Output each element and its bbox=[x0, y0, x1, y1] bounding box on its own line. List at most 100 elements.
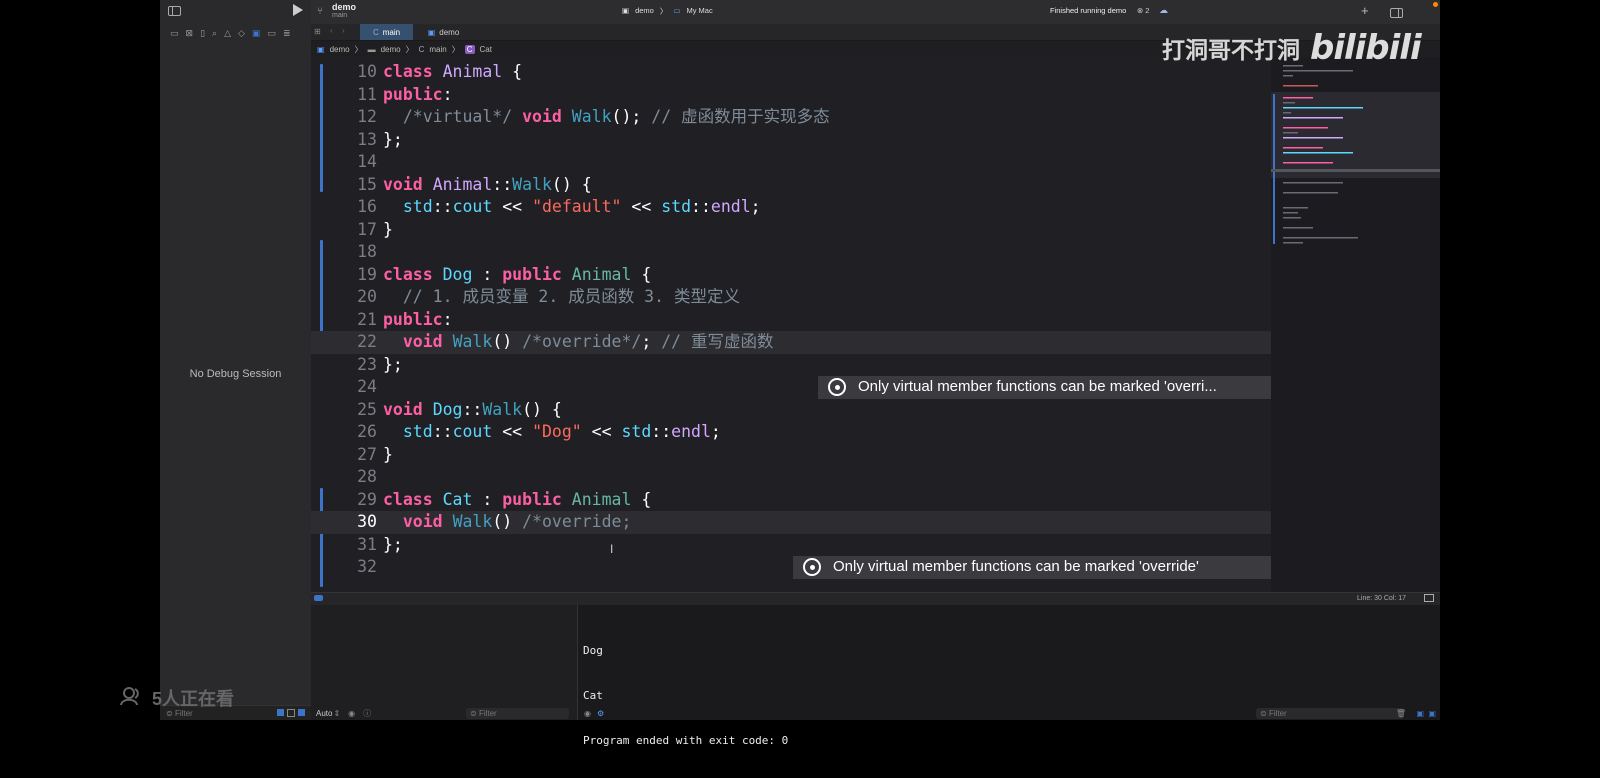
variables-bottom-bar: Auto ⇕ ◉ ⓘ ⊜ Filter bbox=[311, 706, 577, 720]
branch-icon: ⑂ bbox=[317, 6, 323, 17]
debug-icon[interactable]: ▣ bbox=[252, 28, 261, 39]
code-line: 10 class Animal { bbox=[357, 62, 523, 81]
code-line: 16 std::cout << "default" << std::endl; bbox=[357, 197, 761, 216]
console-line: Program ended with exit code: 0 bbox=[583, 734, 789, 747]
filter-option-icon[interactable] bbox=[277, 709, 284, 716]
breakpoint-icon[interactable]: ▭ bbox=[267, 28, 276, 39]
issue-indicator[interactable]: ⊗ 2 bbox=[1137, 6, 1149, 15]
console-line: Dog bbox=[583, 644, 603, 657]
destination-name[interactable]: My Mac bbox=[686, 6, 712, 17]
info-icon[interactable]: ⓘ bbox=[363, 708, 371, 719]
code-line: 28 bbox=[357, 467, 377, 486]
debug-navigator: ▭ ⊠ ▯ ⌕ △ ◇ ▣ ▭ ≣ No Debug Session ⊜ Fil… bbox=[160, 0, 312, 720]
code-line: 19 class Dog : public Animal { bbox=[357, 264, 652, 284]
debug-area-toggle-icon[interactable] bbox=[314, 595, 323, 601]
navigator-selector-bar: ▭ ⊠ ▯ ⌕ △ ◇ ▣ ▭ ≣ bbox=[160, 24, 311, 42]
project-name: demo bbox=[332, 2, 357, 12]
breadcrumb-item[interactable]: demo bbox=[381, 45, 401, 54]
trash-icon[interactable]: 🗑 bbox=[1396, 709, 1406, 718]
breadcrumb-item[interactable]: demo bbox=[330, 45, 350, 54]
current-code-line: 30 void Walk() /*override; Only virtual … bbox=[311, 511, 1271, 579]
python-icon[interactable]: ⚙ bbox=[597, 709, 604, 718]
console-line: Cat bbox=[583, 689, 603, 702]
test-icon[interactable]: ◇ bbox=[238, 28, 245, 39]
warning-icon: ⊗ bbox=[1137, 6, 1144, 15]
scope-selector[interactable]: Auto bbox=[316, 709, 332, 718]
filter-icon: ⊜ bbox=[1260, 708, 1269, 718]
scheme-icon: ▣ bbox=[622, 6, 630, 15]
no-debug-session-label: No Debug Session bbox=[189, 368, 282, 380]
code-line: 24 bbox=[357, 377, 377, 396]
cpp-file-icon: C bbox=[372, 27, 379, 37]
folder-icon[interactable]: ▭ bbox=[170, 28, 179, 39]
code-line: 12 /*virtual*/ void Walk(); // 虚函数用于实现多态 bbox=[357, 107, 830, 126]
scheme-name[interactable]: demo bbox=[635, 6, 654, 17]
forward-icon[interactable]: › bbox=[342, 26, 345, 35]
sidebar-toggle-icon[interactable] bbox=[168, 3, 181, 21]
bookmark-icon[interactable]: ▯ bbox=[200, 28, 205, 39]
console-output[interactable]: Dog Cat Program ended with exit code: 0 … bbox=[578, 605, 1440, 747]
filter-option-icon[interactable] bbox=[298, 709, 305, 716]
inspector-toggle-icon[interactable] bbox=[1390, 5, 1403, 23]
scheme-selector[interactable]: ▣ demo 〉 ▭ My Mac bbox=[622, 6, 713, 17]
tab-label: main bbox=[382, 27, 401, 37]
code-line: 13}; bbox=[357, 129, 403, 149]
breadcrumb-item[interactable]: Cat bbox=[480, 45, 492, 54]
run-icon[interactable] bbox=[293, 3, 303, 21]
console-bottom-bar: ◉ ⚙ ⊜ Filter 🗑 ▣ ▣ bbox=[578, 706, 1440, 720]
text-cursor-icon: I bbox=[610, 542, 614, 556]
code-line: 26 std::cout << "Dog" << std::endl; bbox=[357, 422, 721, 441]
notification-dot bbox=[1433, 2, 1438, 7]
code-line: 14 bbox=[357, 152, 377, 171]
filter-placeholder: Filter bbox=[1268, 708, 1287, 718]
source-control-icon[interactable]: ⊠ bbox=[186, 28, 194, 39]
window-toolbar: ⑂ demo main ▣ demo 〉 ▭ My Mac Finished r… bbox=[311, 0, 1440, 25]
activity-status: Finished running demo bbox=[1050, 6, 1127, 15]
find-icon[interactable]: ⌕ bbox=[212, 28, 217, 39]
code-line: 17} bbox=[357, 219, 393, 239]
class-icon: C bbox=[464, 44, 475, 54]
filter-option-icon[interactable] bbox=[287, 709, 295, 717]
code-line: 29 class Cat : public Animal { bbox=[357, 489, 652, 509]
eye-icon[interactable]: ◉ bbox=[348, 709, 355, 718]
console-filter-input[interactable]: ⊜ Filter bbox=[1256, 707, 1404, 719]
code-line: 18 bbox=[357, 242, 377, 261]
panel-toggle-icon[interactable] bbox=[1424, 594, 1434, 602]
cursor-position: Line: 30 Col: 17 bbox=[1357, 595, 1407, 602]
branch-name: main bbox=[332, 12, 348, 19]
project-icon: ▣ bbox=[317, 44, 325, 54]
minimap[interactable] bbox=[1271, 57, 1440, 592]
variables-filter-input[interactable]: ⊜ Filter bbox=[466, 707, 569, 719]
code-line: 15 void Animal::Walk() { bbox=[357, 174, 592, 194]
debug-bar: Line: 30 Col: 17 bbox=[311, 592, 1440, 605]
code-line: 23}; bbox=[357, 354, 403, 374]
eye-icon[interactable]: ◉ bbox=[584, 709, 591, 718]
code-line: 25 void Dog::Walk() { bbox=[357, 399, 562, 419]
grid-icon[interactable]: ⊞ bbox=[314, 27, 321, 36]
issue-icon[interactable]: △ bbox=[224, 28, 231, 39]
cpp-file-icon: C bbox=[418, 44, 425, 54]
report-icon[interactable]: ≣ bbox=[283, 28, 291, 39]
breadcrumb-item[interactable]: main bbox=[429, 45, 446, 54]
code-editor[interactable]: 10 class Animal { 11 public: 12 /*virtual*… bbox=[311, 57, 1271, 592]
minimap-preview bbox=[1271, 65, 1440, 244]
chevron-right-icon: 〉 bbox=[659, 7, 668, 16]
code-line: 27} bbox=[357, 444, 393, 464]
cloud-icon: ☁ bbox=[1159, 5, 1168, 15]
code-line: 32 bbox=[357, 557, 377, 576]
channel-name: 打洞哥不打洞 bbox=[1162, 38, 1300, 64]
issue-count: 2 bbox=[1145, 6, 1150, 15]
tab-label: demo bbox=[439, 27, 460, 37]
tab-demo[interactable]: ▣ demo bbox=[417, 24, 470, 40]
code-line: 20 // 1. 成员变量 2. 成员函数 3. 类型定义 bbox=[357, 287, 740, 306]
viewer-count-overlay: 5人正在看 bbox=[120, 685, 234, 711]
filter-icon: ⊜ bbox=[470, 708, 479, 718]
add-icon[interactable]: + bbox=[1361, 3, 1369, 18]
filter-placeholder: Filter bbox=[478, 708, 497, 718]
split-left-icon[interactable]: ▣ bbox=[1416, 709, 1424, 718]
tab-main[interactable]: C main bbox=[360, 24, 413, 40]
back-icon[interactable]: ‹ bbox=[330, 26, 333, 35]
split-right-icon[interactable]: ▣ bbox=[1428, 709, 1436, 718]
code-line: 21 public: bbox=[357, 309, 453, 329]
variables-view[interactable]: Auto ⇕ ◉ ⓘ ⊜ Filter bbox=[311, 605, 578, 720]
